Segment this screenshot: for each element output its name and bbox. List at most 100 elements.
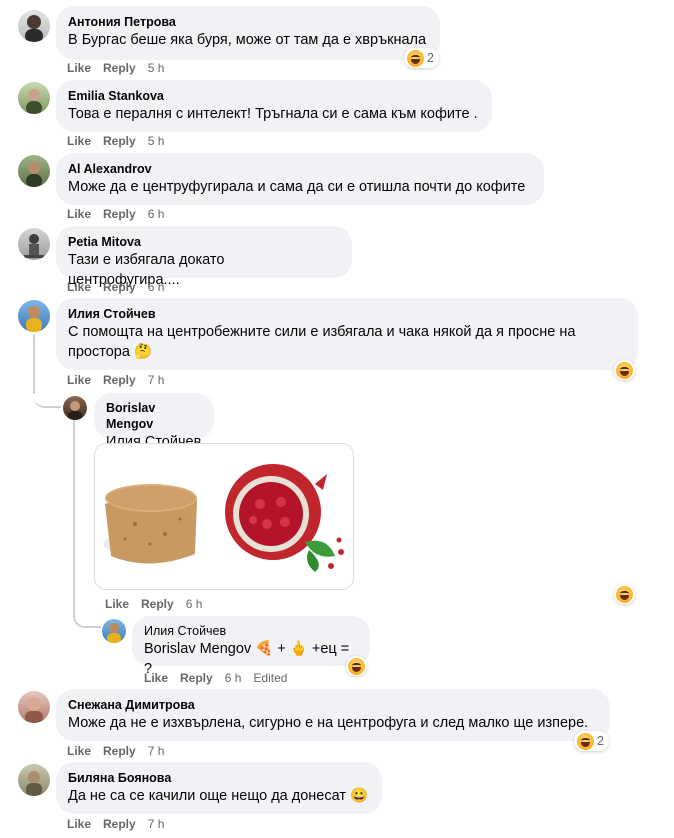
laugh-reaction-icon: [616, 585, 633, 603]
comment-bubble: Emilia Stankova Това е пералня с интелек…: [56, 80, 492, 132]
comment-bubble: Биляна Боянова Да не са се качили още не…: [56, 762, 382, 814]
like-button[interactable]: Like: [67, 207, 91, 221]
reaction-summary[interactable]: 2: [574, 731, 609, 751]
timestamp[interactable]: 6 h: [148, 207, 165, 221]
timestamp[interactable]: 6 h: [148, 280, 165, 294]
reply-button[interactable]: Reply: [180, 671, 213, 685]
comment-author[interactable]: Снежана Димитрова: [68, 697, 598, 713]
comment-actions: Like Reply 6 h Edited: [144, 670, 299, 686]
avatar[interactable]: [18, 10, 50, 42]
laugh-reaction-icon: [407, 49, 424, 67]
timestamp[interactable]: 6 h: [225, 671, 242, 685]
timestamp[interactable]: 7 h: [148, 817, 165, 831]
comment-author[interactable]: Илия Стойчев: [68, 306, 626, 322]
reply-button[interactable]: Reply: [103, 207, 136, 221]
like-button[interactable]: Like: [67, 373, 91, 387]
reply-button[interactable]: Reply: [103, 817, 136, 831]
timestamp[interactable]: 6 h: [186, 597, 203, 611]
laugh-reaction-icon: [616, 361, 633, 379]
thread-connector: [33, 380, 61, 408]
reaction-count: 2: [597, 734, 604, 748]
comment-text: В Бургас беше яка буря, може от там да е…: [68, 32, 427, 48]
comment-text: Може да е центруфугирала и сама да си е …: [68, 179, 526, 195]
reply-button[interactable]: Reply: [103, 280, 136, 294]
laugh-reaction-icon: [348, 657, 365, 675]
timestamp[interactable]: 5 h: [148, 134, 165, 148]
comment-text: Да не са се качили още нещо да донесат: [68, 788, 346, 804]
comment-author[interactable]: Илия Стойчев: [144, 623, 358, 639]
comment-actions: Like Reply 6 h: [105, 596, 214, 612]
timestamp[interactable]: 7 h: [148, 744, 165, 758]
avatar[interactable]: [18, 300, 50, 332]
like-button[interactable]: Like: [67, 280, 91, 294]
comment-bubble: Снежана Димитрова Може да не е изхвърлен…: [56, 689, 610, 741]
comment-bubble: Al Alexandrov Може да е центруфугирала и…: [56, 153, 544, 205]
thread-connector: [73, 604, 101, 628]
avatar-portrait-icon: [25, 697, 43, 723]
comment-author[interactable]: Антония Петрова: [68, 14, 428, 30]
thread-line: [73, 418, 75, 614]
comment-text: Може да не е изхвърлена, сигурно е на це…: [68, 715, 589, 731]
avatar-portrait-icon: [107, 623, 121, 643]
comment-actions: Like Reply 7 h: [67, 372, 176, 388]
comment-bubble: Илия Стойчев С помощта на центробежните …: [56, 298, 638, 370]
comment-actions: Like Reply 5 h: [67, 133, 176, 149]
avatar-portrait-icon: [26, 306, 42, 332]
avatar[interactable]: [18, 228, 50, 260]
like-button[interactable]: Like: [67, 744, 91, 758]
reply-button[interactable]: Reply: [103, 373, 136, 387]
reaction-summary[interactable]: [346, 656, 367, 676]
comment-bubble: Антония Петрова В Бургас беше яка буря, …: [56, 6, 440, 60]
comment-text: Това е пералня с интелект! Тръгнала си е…: [68, 106, 478, 122]
comment-author[interactable]: Petia Mitova: [68, 234, 340, 250]
avatar[interactable]: [18, 691, 50, 723]
comment-author[interactable]: Borislav Mengov: [106, 400, 202, 432]
reaction-summary[interactable]: [614, 584, 635, 604]
like-button[interactable]: Like: [67, 134, 91, 148]
reply-button[interactable]: Reply: [103, 134, 136, 148]
reaction-count: 2: [427, 51, 434, 65]
avatar[interactable]: [102, 619, 126, 643]
reaction-summary[interactable]: 2: [404, 48, 439, 68]
like-button[interactable]: Like: [67, 817, 91, 831]
comment-actions: Like Reply 6 h: [67, 206, 176, 222]
comment-text-word: простора: [68, 344, 130, 360]
comment-actions: Like Reply 6 h: [67, 279, 176, 295]
comment-text-line: С помощта на центробежните сили е избяга…: [68, 324, 576, 340]
avatar[interactable]: [18, 155, 50, 187]
avatar-portrait-icon: [68, 401, 82, 420]
comment-bubble: Borislav Mengov Илия Стойчев: [94, 393, 214, 450]
avatar-portrait-icon: [26, 771, 42, 796]
reply-button[interactable]: Reply: [103, 61, 136, 75]
avatar-portrait-icon: [26, 162, 42, 187]
avatar[interactable]: [18, 82, 50, 114]
mention-tag[interactable]: Borislav Mengov: [144, 641, 251, 657]
laugh-reaction-icon: [577, 732, 594, 750]
reaction-summary[interactable]: [614, 360, 635, 380]
comment-actions: Like Reply 5 h: [67, 60, 176, 76]
avatar-portrait-icon: [25, 15, 43, 42]
attached-image[interactable]: [94, 443, 354, 590]
reply-button[interactable]: Reply: [103, 744, 136, 758]
avatar[interactable]: [63, 396, 87, 420]
comment-actions: Like Reply 7 h: [67, 743, 176, 759]
avatar[interactable]: [18, 764, 50, 796]
cork-and-pomegranate-image: [103, 464, 344, 572]
avatar-portrait-icon: [24, 234, 44, 258]
timestamp[interactable]: 5 h: [148, 61, 165, 75]
pomegranate-image: [225, 464, 344, 572]
edited-label: Edited: [253, 671, 288, 685]
like-button[interactable]: Like: [144, 671, 168, 685]
like-button[interactable]: Like: [105, 597, 129, 611]
comment-author[interactable]: Al Alexandrov: [68, 161, 532, 177]
cork-image: [103, 484, 197, 564]
timestamp[interactable]: 7 h: [148, 373, 165, 387]
comment-author[interactable]: Emilia Stankova: [68, 88, 480, 104]
reply-button[interactable]: Reply: [141, 597, 174, 611]
smile-emoji-icon: 😀: [350, 788, 369, 804]
like-button[interactable]: Like: [67, 61, 91, 75]
comment-author[interactable]: Биляна Боянова: [68, 770, 370, 786]
comment-bubble: Илия Стойчев Borislav Mengov 🍕 + 🖕 +ец =…: [132, 616, 370, 677]
avatar-portrait-icon: [26, 89, 42, 114]
thinking-emoji-icon: 🤔: [133, 344, 152, 360]
